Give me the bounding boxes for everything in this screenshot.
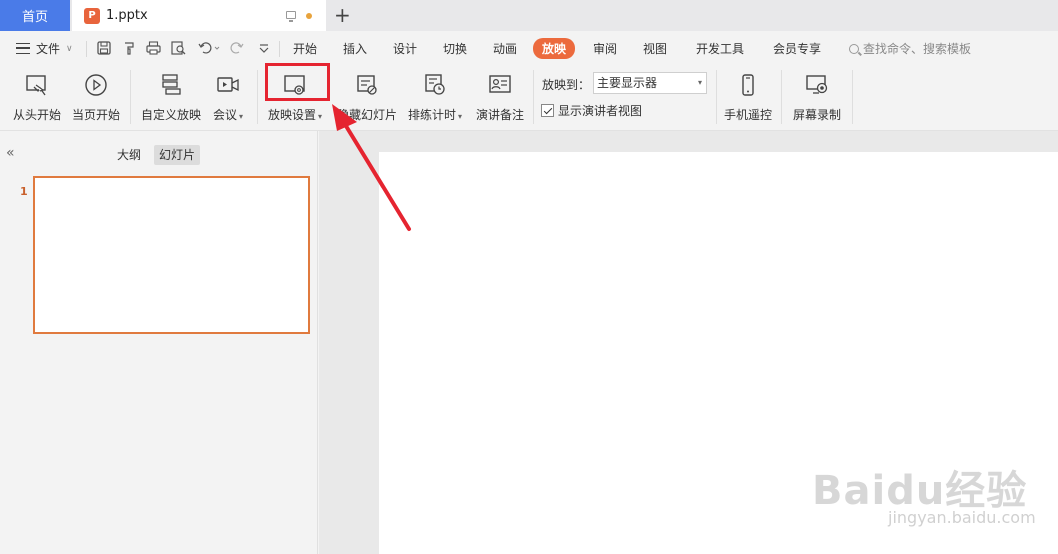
presenter-view-checkbox[interactable] — [541, 104, 554, 117]
rehearse-timing-text: 排练计时 — [407, 108, 456, 122]
unsaved-dot-icon — [306, 13, 312, 19]
file-menu-label: 文件 — [36, 42, 61, 56]
custom-show-label: 自定义放映 — [140, 108, 201, 122]
phone-icon — [735, 72, 761, 98]
display-select[interactable]: 主要显示器 ▾ — [593, 72, 707, 94]
tab-developer[interactable]: 开发工具 — [696, 31, 744, 66]
dropdown-caret-icon: ▾ — [697, 78, 702, 87]
hide-slide-label: 隐藏幻灯片 — [336, 108, 397, 122]
tab-view[interactable]: 视图 — [643, 31, 667, 66]
custom-show-icon — [158, 72, 184, 98]
meeting-text: 会议 — [212, 108, 237, 122]
tab-outline[interactable]: 大纲 — [112, 145, 146, 165]
play-from-start-icon — [24, 72, 50, 98]
presenter-view-option[interactable]: 显示演讲者视图 — [541, 102, 642, 119]
search-icon — [849, 43, 859, 54]
dropdown-caret-icon: ▾ — [239, 112, 244, 121]
meeting-button[interactable]: 会议 ▾ — [210, 68, 246, 126]
divider — [279, 41, 280, 57]
play-to-label: 放映到： — [542, 78, 591, 92]
display-select-value: 主要显示器 — [597, 76, 658, 90]
file-menu[interactable]: 文件 ∨ — [16, 31, 73, 66]
divider — [852, 70, 853, 124]
tab-document[interactable]: P 1.pptx — [72, 0, 326, 31]
dropdown-caret-icon: ▾ — [458, 112, 463, 121]
document-name: 1.pptx — [106, 8, 148, 23]
tab-slides[interactable]: 幻灯片 — [154, 145, 201, 165]
video-camera-icon — [215, 72, 241, 98]
from-start-label: 从头开始 — [12, 108, 61, 122]
divider — [257, 70, 258, 124]
show-settings-text: 放映设置 — [267, 108, 316, 122]
divider — [130, 70, 131, 124]
chevron-down-icon: ∨ — [66, 43, 73, 54]
slide-thumbnail[interactable] — [33, 176, 310, 334]
customize-toolbar-icon[interactable] — [256, 41, 271, 56]
divider — [716, 70, 717, 124]
tab-slideshow[interactable]: 放映 — [533, 31, 576, 66]
timer-icon — [422, 72, 448, 98]
tab-home[interactable]: 首页 — [0, 0, 70, 31]
screen-record-icon — [804, 72, 830, 98]
play-circle-icon — [83, 72, 109, 98]
speaker-notes-icon — [487, 72, 513, 98]
from-current-label: 当页开始 — [71, 108, 120, 122]
tab-bar: 首页 P 1.pptx + — [0, 0, 1058, 31]
speaker-notes-label: 演讲备注 — [475, 108, 524, 122]
from-start-button[interactable]: 从头开始 — [12, 68, 62, 126]
print-preview-icon[interactable] — [171, 41, 186, 56]
pptx-file-icon: P — [84, 7, 100, 24]
rehearse-timing-label: 排练计时 ▾ — [408, 106, 462, 123]
command-search-placeholder: 查找命令、搜索模板 — [863, 42, 972, 56]
presenter-view-label: 显示演讲者视图 — [558, 104, 643, 118]
from-current-button[interactable]: 当页开始 — [71, 68, 121, 126]
collapse-panel-icon[interactable]: « — [6, 145, 15, 161]
watermark-url: jingyan.baidu.com — [888, 508, 1036, 527]
custom-show-button[interactable]: 自定义放映 — [140, 68, 202, 126]
print-icon[interactable] — [146, 41, 161, 56]
phone-remote-label: 手机遥控 — [723, 108, 772, 122]
tab-slideshow-label: 放映 — [533, 38, 576, 59]
slide-number: 1 — [20, 185, 28, 198]
meeting-label: 会议 ▾ — [213, 106, 243, 123]
divider — [533, 70, 534, 124]
tab-design[interactable]: 设计 — [393, 31, 417, 66]
menu-bar: 文件 ∨ 开始 插入 设计 切换 动画 放映 审阅 视图 开发工具 会员专享 查… — [0, 31, 1058, 66]
tab-insert[interactable]: 插入 — [343, 31, 367, 66]
slide-panel: « 大纲 幻灯片 1 — [0, 131, 318, 554]
divider — [86, 41, 87, 57]
divider — [781, 70, 782, 124]
monitor-icon[interactable] — [286, 11, 296, 22]
dropdown-caret-icon: ▾ — [318, 112, 323, 121]
highlight-box — [265, 63, 330, 101]
save-icon[interactable] — [96, 41, 111, 56]
show-settings-label: 放映设置 ▾ — [268, 106, 322, 123]
rehearse-timing-button[interactable]: 排练计时 ▾ — [406, 68, 464, 126]
tab-member[interactable]: 会员专享 — [773, 31, 821, 66]
redo-icon[interactable] — [229, 41, 244, 56]
hide-slide-button[interactable]: 隐藏幻灯片 — [336, 68, 398, 126]
command-search[interactable]: 查找命令、搜索模板 — [849, 31, 971, 66]
speaker-notes-button[interactable]: 演讲备注 — [474, 68, 526, 126]
phone-remote-button[interactable]: 手机遥控 — [722, 68, 774, 126]
ribbon: 从头开始 当页开始 自定义放映 会议 ▾ 放映设置 ▾ 隐藏幻灯片 排练计时 ▾… — [0, 66, 1058, 130]
hide-slide-icon — [354, 72, 380, 98]
tab-transition[interactable]: 切换 — [443, 31, 467, 66]
screen-record-label: 屏幕录制 — [792, 108, 841, 122]
tab-start[interactable]: 开始 — [293, 31, 317, 66]
undo-icon[interactable] — [197, 41, 221, 56]
tab-animation[interactable]: 动画 — [493, 31, 517, 66]
screen-record-button[interactable]: 屏幕录制 — [790, 68, 844, 126]
hamburger-icon — [16, 43, 30, 54]
tab-review[interactable]: 审阅 — [593, 31, 617, 66]
format-painter-icon[interactable] — [121, 41, 136, 56]
new-tab-plus-icon[interactable]: + — [334, 3, 351, 27]
